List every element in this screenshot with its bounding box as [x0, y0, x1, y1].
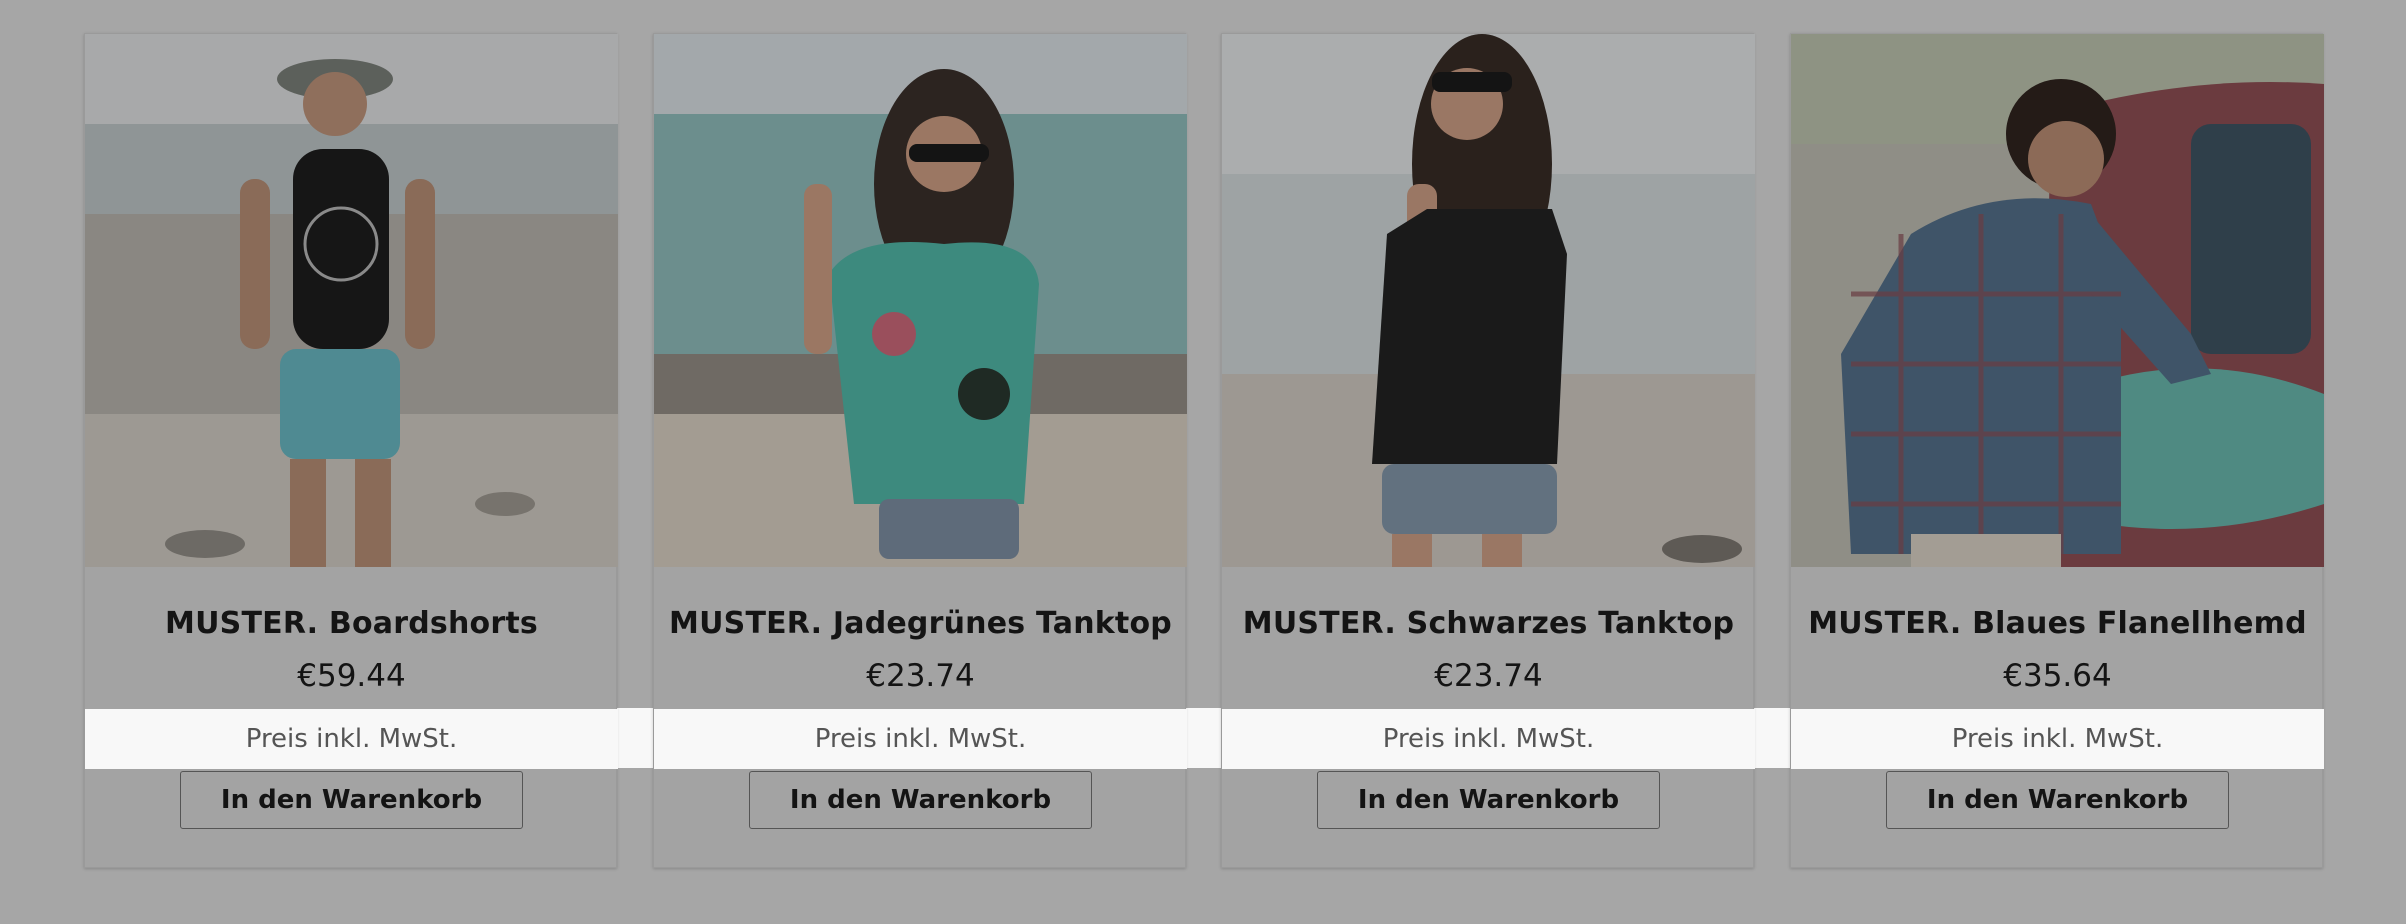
product-price: €59.44	[297, 658, 406, 694]
product-image[interactable]	[85, 34, 618, 567]
vat-note: Preis inkl. MwSt.	[85, 709, 618, 769]
product-title[interactable]: MUSTER. Schwarzes Tanktop	[1222, 606, 1755, 641]
vat-note: Preis inkl. MwSt.	[1791, 709, 2324, 769]
product-card[interactable]: MUSTER. Blaues Flanellhemd €35.64 Preis …	[1790, 33, 2324, 868]
product-card[interactable]: MUSTER. Schwarzes Tanktop €23.74 Preis i…	[1221, 33, 1755, 868]
product-card[interactable]: MUSTER. Jadegrünes Tanktop €23.74 Preis …	[653, 33, 1187, 868]
product-price: €35.64	[2003, 658, 2112, 694]
product-photo-jade-tanktop	[654, 34, 1187, 567]
product-image[interactable]	[1791, 34, 2324, 567]
add-to-cart-button[interactable]: In den Warenkorb	[1886, 771, 2229, 829]
product-photo-boardshorts	[85, 34, 618, 567]
vat-note: Preis inkl. MwSt.	[1222, 709, 1755, 769]
product-title[interactable]: MUSTER. Jadegrünes Tanktop	[654, 606, 1187, 641]
product-photo-black-tanktop	[1222, 34, 1755, 567]
product-photo-flannel-shirt	[1791, 34, 2324, 567]
vat-note: Preis inkl. MwSt.	[654, 709, 1187, 769]
product-card[interactable]: MUSTER. Boardshorts €59.44 Preis inkl. M…	[84, 33, 618, 868]
add-to-cart-button[interactable]: In den Warenkorb	[749, 771, 1092, 829]
product-price: €23.74	[1434, 658, 1543, 694]
product-image[interactable]	[654, 34, 1187, 567]
product-grid: MUSTER. Boardshorts €59.44 Preis inkl. M…	[84, 33, 2324, 868]
product-price: €23.74	[866, 658, 975, 694]
product-title[interactable]: MUSTER. Blaues Flanellhemd	[1791, 606, 2324, 641]
add-to-cart-button[interactable]: In den Warenkorb	[1317, 771, 1660, 829]
add-to-cart-button[interactable]: In den Warenkorb	[180, 771, 523, 829]
product-image[interactable]	[1222, 34, 1755, 567]
product-title[interactable]: MUSTER. Boardshorts	[85, 606, 618, 641]
